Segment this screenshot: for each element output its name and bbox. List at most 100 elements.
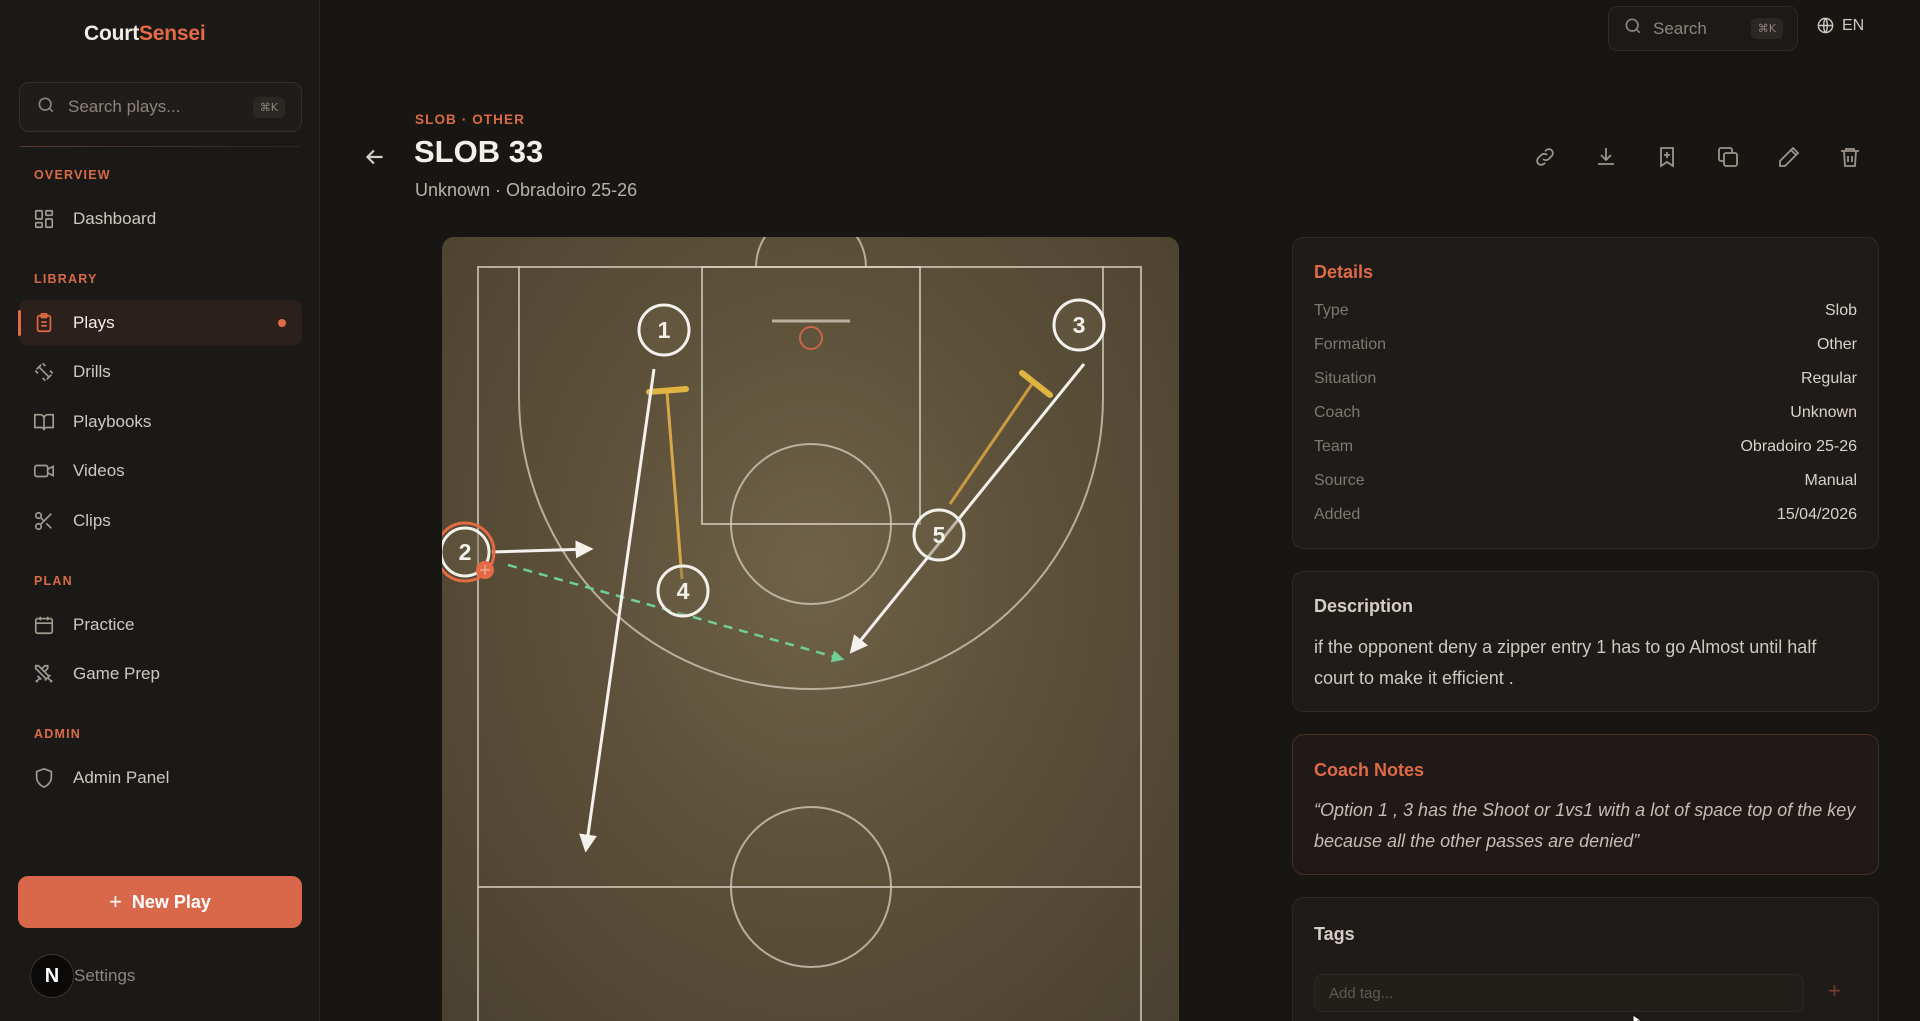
back-button[interactable] — [362, 144, 388, 170]
hoop — [799, 326, 823, 350]
sidebar-item-clips[interactable]: Clips — [19, 498, 302, 544]
sidebar-item-practice[interactable]: Practice — [19, 602, 302, 648]
sidebar-item-drills[interactable]: Drills — [19, 349, 302, 395]
detail-value: Other — [1816, 336, 1857, 353]
detail-key: Team — [1314, 438, 1354, 455]
detail-key: Added — [1314, 506, 1361, 523]
search-shortcut-badge: ⌘K — [252, 96, 285, 118]
free-throw-lane — [701, 266, 921, 525]
bookmark-button[interactable] — [1652, 142, 1682, 172]
scissors-icon — [33, 510, 55, 532]
player-4-label: 4 — [677, 578, 690, 604]
add-tag-button[interactable]: + — [1828, 978, 1841, 1004]
language-label: EN — [1842, 16, 1865, 34]
global-search-placeholder: Search — [1653, 18, 1707, 38]
language-selector[interactable]: EN — [1816, 16, 1864, 35]
mouse-cursor-icon — [1632, 1012, 1644, 1021]
settings-link[interactable]: N Settings — [30, 954, 135, 998]
detail-row-source: Source Manual — [1314, 472, 1857, 496]
coach-notes-title: Coach Notes — [1314, 760, 1425, 780]
brand-part-1: Court — [84, 22, 139, 45]
brand-logo[interactable]: CourtSensei — [84, 22, 206, 46]
clipboard-icon — [33, 312, 55, 334]
brand-part-2: Sensei — [139, 22, 206, 45]
description-text: if the opponent deny a zipper entry 1 ha… — [1314, 637, 1817, 688]
sidebar-item-label: Admin Panel — [73, 768, 170, 787]
global-search-shortcut: ⌘K — [1750, 18, 1783, 39]
dumbbell-icon — [33, 361, 55, 383]
player-4[interactable]: 4 — [656, 564, 710, 618]
arrow-left-icon — [365, 149, 383, 165]
section-label-admin: ADMIN — [34, 727, 81, 741]
coach-notes-card: Coach Notes “Option 1 , 3 has the Shoot … — [1292, 734, 1879, 875]
trash-icon — [1841, 148, 1859, 167]
globe-icon — [1817, 17, 1834, 34]
coach-notes-text: “Option 1 , 3 has the Shoot or 1vs1 with… — [1314, 800, 1856, 851]
player-1[interactable]: 1 — [637, 303, 691, 357]
edit-button[interactable] — [1774, 142, 1804, 172]
plus-icon: + — [109, 889, 122, 914]
section-label-plan: PLAN — [34, 574, 73, 588]
court-boundary — [477, 266, 1142, 1021]
copy-link-button[interactable] — [1530, 142, 1560, 172]
new-play-button[interactable]: + New Play — [18, 876, 302, 928]
pencil-icon — [1779, 146, 1800, 167]
calendar-icon — [33, 614, 55, 636]
player-5-label: 5 — [933, 522, 946, 548]
sidebar-item-label: Game Prep — [73, 664, 160, 683]
court-svg: 1 3 4 5 2 — [442, 237, 1142, 1021]
detail-row-team: Team Obradoiro 25-26 — [1314, 438, 1857, 462]
link-icon — [1536, 148, 1554, 166]
sidebar-item-game-prep[interactable]: Game Prep — [19, 651, 302, 697]
sidebar: CourtSensei Search plays... ⌘K OVERVIEW … — [0, 0, 320, 1021]
user-avatar[interactable]: N — [30, 954, 74, 998]
delete-button[interactable] — [1835, 142, 1865, 172]
backcourt-arc — [755, 237, 867, 268]
player-2-inbounder[interactable]: 2 — [442, 521, 496, 583]
sidebar-item-label: Plays — [73, 313, 115, 332]
new-play-label: New Play — [131, 891, 211, 912]
search-icon — [36, 95, 56, 120]
sidebar-item-plays[interactable]: Plays — [18, 300, 302, 346]
detail-row-added: Added 15/04/2026 — [1314, 506, 1857, 530]
sidebar-item-label: Playbooks — [73, 412, 152, 431]
detail-row-coach: Coach Unknown — [1314, 404, 1857, 428]
screen-action-1-4 — [646, 386, 689, 580]
player-3[interactable]: 3 — [1052, 298, 1106, 352]
detail-value: Unknown — [1790, 404, 1857, 421]
play-diagram[interactable]: 1 3 4 5 2 — [442, 237, 1179, 1021]
sidebar-item-videos[interactable]: Videos — [19, 448, 302, 494]
three-point-line — [518, 267, 1104, 690]
player-5[interactable]: 5 — [912, 508, 966, 562]
detail-row-type: Type Slob — [1314, 302, 1857, 326]
sidebar-item-label: Videos — [73, 461, 125, 480]
sidebar-item-label: Practice — [73, 615, 135, 634]
sidebar-item-admin-panel[interactable]: Admin Panel — [19, 755, 302, 801]
tags-card: Tags + — [1292, 897, 1879, 1021]
detail-value: Regular — [1800, 370, 1857, 387]
play-breadcrumb: SLOB · OTHER — [415, 112, 525, 127]
shield-icon — [33, 767, 55, 789]
play-actions-toolbar — [1530, 142, 1865, 172]
detail-key: Situation — [1314, 370, 1377, 387]
duplicate-button[interactable] — [1713, 142, 1743, 172]
download-button[interactable] — [1591, 142, 1621, 172]
search-icon — [1623, 16, 1643, 41]
detail-row-formation: Formation Other — [1314, 336, 1857, 360]
bookmark-plus-icon — [1660, 147, 1674, 168]
search-plays-input[interactable]: Search plays... ⌘K — [19, 82, 302, 132]
sidebar-item-playbooks[interactable]: Playbooks — [19, 399, 302, 445]
detail-value: Obradoiro 25-26 — [1740, 438, 1857, 455]
detail-key: Source — [1314, 472, 1365, 489]
copy-icon — [1718, 147, 1738, 167]
description-card: Description if the opponent deny a zippe… — [1292, 571, 1879, 712]
sidebar-item-dashboard[interactable]: Dashboard — [19, 196, 302, 242]
sidebar-item-label: Dashboard — [73, 209, 157, 228]
settings-label: Settings — [74, 966, 136, 985]
global-search-input[interactable]: Search ⌘K — [1608, 6, 1798, 51]
swords-icon — [33, 663, 55, 685]
detail-key: Type — [1314, 302, 1349, 319]
add-tag-input[interactable] — [1314, 974, 1804, 1012]
player-2-label: 2 — [459, 539, 472, 565]
detail-value: 15/04/2026 — [1776, 506, 1857, 523]
